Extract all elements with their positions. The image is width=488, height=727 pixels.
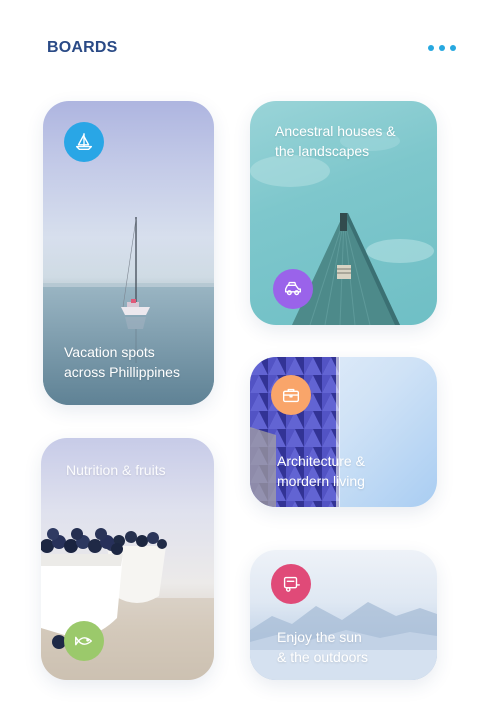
board-title: Ancestral houses & the landscapes <box>275 123 396 159</box>
board-card-nutrition[interactable]: Nutrition & fruits <box>41 438 214 680</box>
more-options-button[interactable] <box>428 38 456 58</box>
board-title: Architecture & mordern living <box>277 453 365 489</box>
badge <box>271 564 311 604</box>
board-title: Enjoy the sun & the outdoors <box>277 629 369 665</box>
board-card-architecture[interactable]: Architecture & mordern living <box>250 357 437 507</box>
board-card-outdoors[interactable]: Enjoy the sun & the outdoors <box>250 550 437 680</box>
badge <box>64 621 104 661</box>
board-title: Nutrition & fruits <box>66 462 166 478</box>
badge <box>271 375 311 415</box>
badge <box>273 269 313 309</box>
more-dot <box>450 45 456 51</box>
more-dot <box>439 45 445 51</box>
board-card-vacation[interactable]: Vacation spots across Phillippines <box>43 101 214 405</box>
sailboat-icon <box>75 133 93 151</box>
fish-icon <box>75 636 93 646</box>
badge <box>64 122 104 162</box>
more-dots-icon <box>428 45 434 51</box>
board-card-houses[interactable]: Ancestral houses & the landscapes <box>250 101 437 325</box>
car-icon <box>284 281 302 296</box>
board-title: Vacation spots across Phillippines <box>64 344 180 380</box>
caravan-icon <box>283 576 300 592</box>
briefcase-icon <box>282 388 300 403</box>
page-title: BOARDS <box>47 39 118 56</box>
